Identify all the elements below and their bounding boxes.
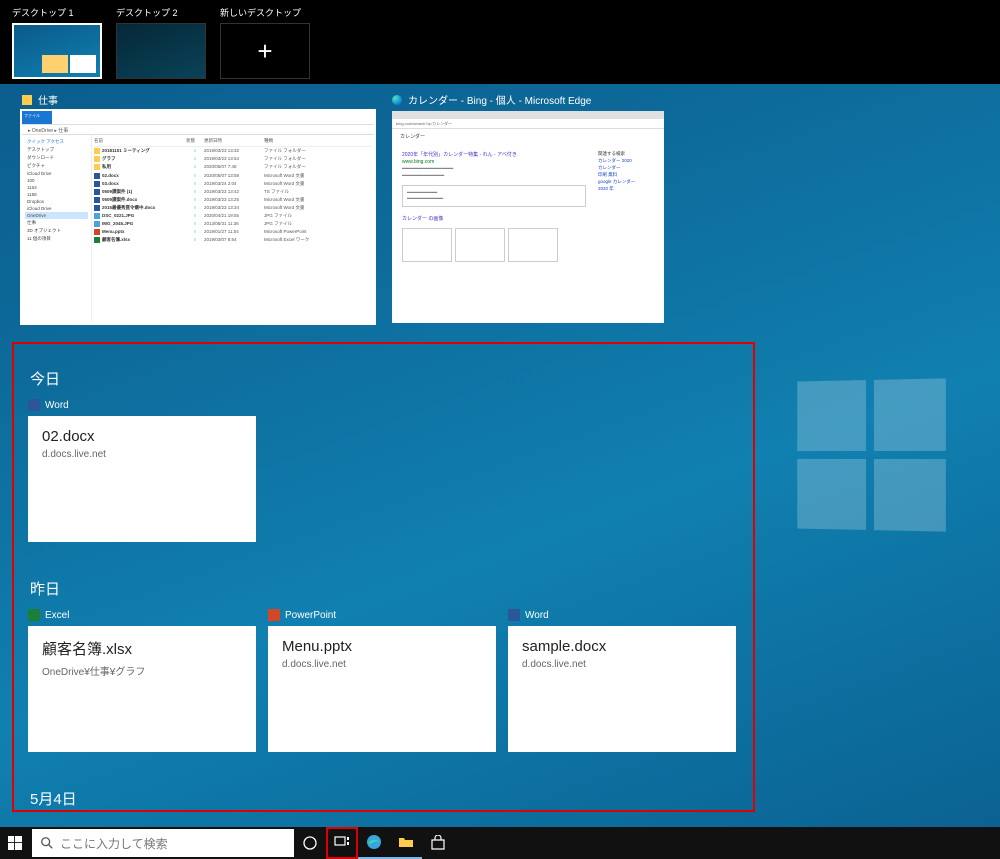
explorer-tab: ファイル bbox=[22, 111, 52, 124]
file-source: OneDrive¥仕事¥グラフ bbox=[42, 663, 242, 678]
file-source: d.docs.live.net bbox=[42, 449, 242, 460]
circle-icon bbox=[302, 835, 318, 851]
desktop-windows-logo bbox=[797, 378, 946, 531]
window-title: カレンダー - Bing - 個人 - Microsoft Edge bbox=[408, 92, 591, 107]
explorer-sidebar: クイック アクセス デスクトップ ダウンロード ピクチャ iCloud Driv… bbox=[22, 135, 92, 323]
search-icon bbox=[40, 836, 54, 850]
virtual-desktop-1[interactable] bbox=[12, 23, 102, 79]
taskbar-explorer[interactable] bbox=[390, 827, 422, 859]
timeline-card[interactable]: Word 02.docx d.docs.live.net bbox=[28, 399, 256, 542]
file-source: d.docs.live.net bbox=[282, 659, 482, 670]
edge-address: bing.com/search?q=カレンダー bbox=[392, 119, 664, 129]
file-name: 顧客名簿.xlsx bbox=[42, 638, 242, 659]
store-icon bbox=[430, 835, 446, 851]
edge-icon bbox=[392, 95, 402, 105]
file-name: sample.docx bbox=[522, 638, 722, 655]
cortana-button[interactable] bbox=[294, 827, 326, 859]
task-view-button[interactable] bbox=[326, 827, 358, 859]
excel-icon bbox=[28, 609, 40, 621]
app-label: Excel bbox=[45, 610, 69, 621]
search-placeholder: ここに入力して検索 bbox=[60, 835, 168, 852]
app-label: Word bbox=[525, 610, 549, 621]
timeline-heading-may4: 5月4日 bbox=[30, 788, 737, 809]
search-input[interactable]: ここに入力して検索 bbox=[32, 829, 294, 857]
folder-icon bbox=[398, 834, 414, 850]
virtual-desktop-2[interactable] bbox=[116, 23, 206, 79]
taskbar: ここに入力して検索 bbox=[0, 827, 1000, 859]
window-title: 仕事 bbox=[38, 92, 58, 107]
new-desktop-button[interactable]: + bbox=[220, 23, 310, 79]
timeline-card[interactable]: Word sample.docx d.docs.live.net bbox=[508, 609, 736, 752]
word-icon bbox=[28, 399, 40, 411]
virtual-desktop-strip: デスクトップ 1 デスクトップ 2 新しいデスクトップ + bbox=[0, 0, 1000, 84]
file-name: Menu.pptx bbox=[282, 638, 482, 655]
edge-icon bbox=[366, 834, 382, 850]
powerpoint-icon bbox=[268, 609, 280, 621]
task-view-icon bbox=[334, 834, 350, 850]
timeline-heading-yesterday: 昨日 bbox=[30, 578, 737, 599]
open-window-edge[interactable]: カレンダー - Bing - 個人 - Microsoft Edge bing.… bbox=[392, 92, 664, 323]
timeline-card[interactable]: Excel 顧客名簿.xlsx OneDrive¥仕事¥グラフ bbox=[28, 609, 256, 752]
taskbar-edge[interactable] bbox=[358, 827, 390, 859]
app-label: PowerPoint bbox=[285, 610, 336, 621]
timeline-card[interactable]: PowerPoint Menu.pptx d.docs.live.net bbox=[268, 609, 496, 752]
explorer-file-list: 名前状態 更新日時種類 20181101 ミーティング○2019/03/23 1… bbox=[92, 135, 374, 323]
explorer-address: ▸ OneDrive ▸ 仕事 bbox=[22, 125, 374, 135]
vd-label-new: 新しいデスクトップ bbox=[220, 6, 314, 19]
vd-label-1: デスクトップ 1 bbox=[12, 6, 106, 19]
word-icon bbox=[508, 609, 520, 621]
folder-icon bbox=[22, 95, 32, 105]
timeline-panel: 今日 Word 02.docx d.docs.live.net 昨日 Excel… bbox=[12, 342, 755, 812]
timeline-heading-today: 今日 bbox=[30, 368, 737, 389]
vd-label-2: デスクトップ 2 bbox=[116, 6, 210, 19]
app-label: Word bbox=[45, 400, 69, 411]
windows-icon bbox=[8, 836, 22, 850]
open-window-explorer[interactable]: 仕事 ファイル ▸ OneDrive ▸ 仕事 クイック アクセス デスクトップ… bbox=[22, 92, 374, 323]
taskbar-store[interactable] bbox=[422, 827, 454, 859]
file-name: 02.docx bbox=[42, 428, 242, 445]
start-button[interactable] bbox=[0, 827, 30, 859]
file-source: d.docs.live.net bbox=[522, 659, 722, 670]
plus-icon: + bbox=[257, 36, 272, 67]
